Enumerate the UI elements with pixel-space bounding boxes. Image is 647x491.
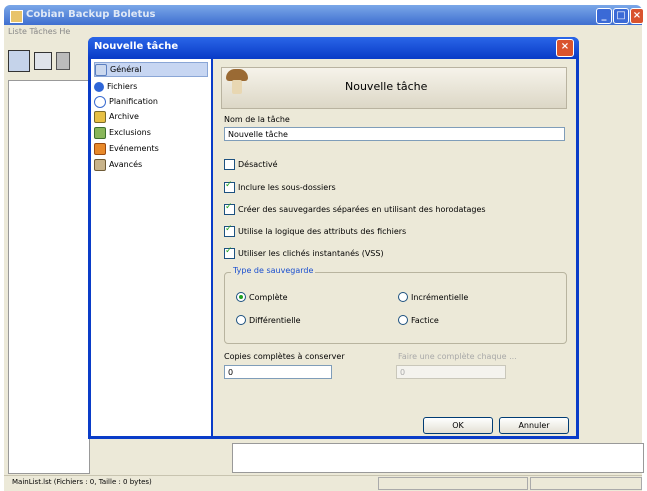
radio-label: Complète (249, 292, 288, 302)
checkbox-label: Utiliser les clichés instantanés (VSS) (238, 248, 384, 258)
separate-backups-checkbox[interactable] (224, 202, 235, 215)
tools-icon[interactable] (56, 52, 70, 70)
separate-backups-checkbox-row[interactable]: Créer des sauvegardes séparées en utilis… (224, 202, 486, 215)
events-icon (94, 142, 106, 155)
exclusions-icon (94, 126, 106, 139)
advanced-icon (94, 158, 106, 171)
banner-title: Nouvelle tâche (345, 80, 428, 93)
radio-incremental[interactable] (398, 292, 408, 302)
radio-label: Différentielle (249, 315, 301, 325)
full-copies-label: Copies complètes à conserver (224, 352, 345, 361)
disabled-checkbox-row[interactable]: Désactivé (224, 158, 278, 170)
log-area[interactable] (232, 443, 644, 473)
app-title: Cobian Backup Boletus (26, 9, 156, 20)
status-field (530, 477, 642, 490)
nav-item-label: Archive (109, 112, 139, 121)
menu-bar[interactable]: Liste Tâches He (8, 27, 70, 36)
status-text: MainList.lst (Fichiers : 0, Taille : 0 b… (12, 478, 152, 486)
checkbox-label: Désactivé (238, 159, 278, 169)
mushroom-stem-icon (232, 80, 242, 94)
nav-item-advanced[interactable]: Avancés (94, 158, 142, 171)
radio-dummy[interactable] (398, 315, 408, 325)
radio-label: Incrémentielle (411, 292, 469, 302)
radio-full[interactable] (236, 292, 246, 302)
backup-type-legend: Type de sauvegarde (231, 266, 316, 275)
backup-type-group (224, 272, 567, 344)
schedule-icon (94, 95, 106, 108)
attribute-logic-checkbox[interactable] (224, 224, 235, 237)
task-list[interactable] (8, 80, 90, 474)
vss-checkbox-row[interactable]: Utiliser les clichés instantanés (VSS) (224, 246, 384, 259)
maximize-button[interactable]: □ (613, 8, 629, 24)
radio-differential[interactable] (236, 315, 246, 325)
nav-item-general[interactable]: Général (94, 62, 208, 77)
nav-item-label: Fichiers (107, 82, 138, 91)
minimize-button[interactable]: _ (596, 8, 612, 24)
radio-full-row[interactable]: Complète (236, 291, 288, 303)
nav-item-label: Exclusions (109, 128, 151, 137)
right-panel (568, 50, 642, 120)
radio-differential-row[interactable]: Différentielle (236, 314, 301, 326)
nav-item-label: Avancés (109, 160, 143, 169)
general-icon (95, 63, 107, 76)
disabled-checkbox[interactable] (224, 158, 235, 170)
vss-checkbox[interactable] (224, 246, 235, 259)
full-every-input (396, 365, 506, 379)
toolbar (8, 48, 88, 76)
include-subfolders-checkbox-row[interactable]: Inclure les sous-dossiers (224, 180, 336, 193)
task-properties-icon[interactable] (8, 50, 30, 72)
nav-item-archive[interactable]: Archive (94, 110, 139, 123)
dialog-close-button[interactable]: × (556, 39, 574, 57)
files-icon (94, 81, 104, 92)
nav-item-label: Planification (109, 97, 158, 106)
attribute-logic-checkbox-row[interactable]: Utilise la logique des attributs des fic… (224, 224, 407, 237)
task-name-input[interactable] (224, 127, 565, 141)
task-name-label: Nom de la tâche (224, 115, 290, 124)
nav-item-exclusions[interactable]: Exclusions (94, 126, 151, 139)
close-window-button[interactable]: × (630, 8, 644, 24)
status-field (378, 477, 528, 490)
nav-item-files[interactable]: Fichiers (94, 80, 137, 93)
include-subfolders-checkbox[interactable] (224, 180, 235, 193)
dialog-title: Nouvelle tâche (94, 41, 179, 52)
cancel-button[interactable]: Annuler (499, 417, 569, 434)
checkbox-label: Utilise la logique des attributs des fic… (238, 226, 407, 236)
full-every-label: Faire une complète chaque ... (398, 352, 517, 361)
checkbox-label: Créer des sauvegardes séparées en utilis… (238, 204, 486, 214)
nav-item-events[interactable]: Evénements (94, 142, 159, 155)
radio-dummy-row[interactable]: Factice (398, 314, 439, 326)
nav-item-schedule[interactable]: Planification (94, 95, 158, 108)
radio-label: Factice (411, 315, 439, 325)
nav-item-label: Evénements (109, 144, 159, 153)
radio-incremental-row[interactable]: Incrémentielle (398, 291, 468, 303)
full-copies-input[interactable] (224, 365, 332, 379)
save-icon[interactable] (34, 52, 52, 70)
checkbox-label: Inclure les sous-dossiers (238, 182, 336, 192)
ok-button[interactable]: OK (423, 417, 493, 434)
archive-icon (94, 110, 106, 123)
app-icon (10, 10, 23, 23)
nav-item-label: Général (110, 65, 142, 74)
